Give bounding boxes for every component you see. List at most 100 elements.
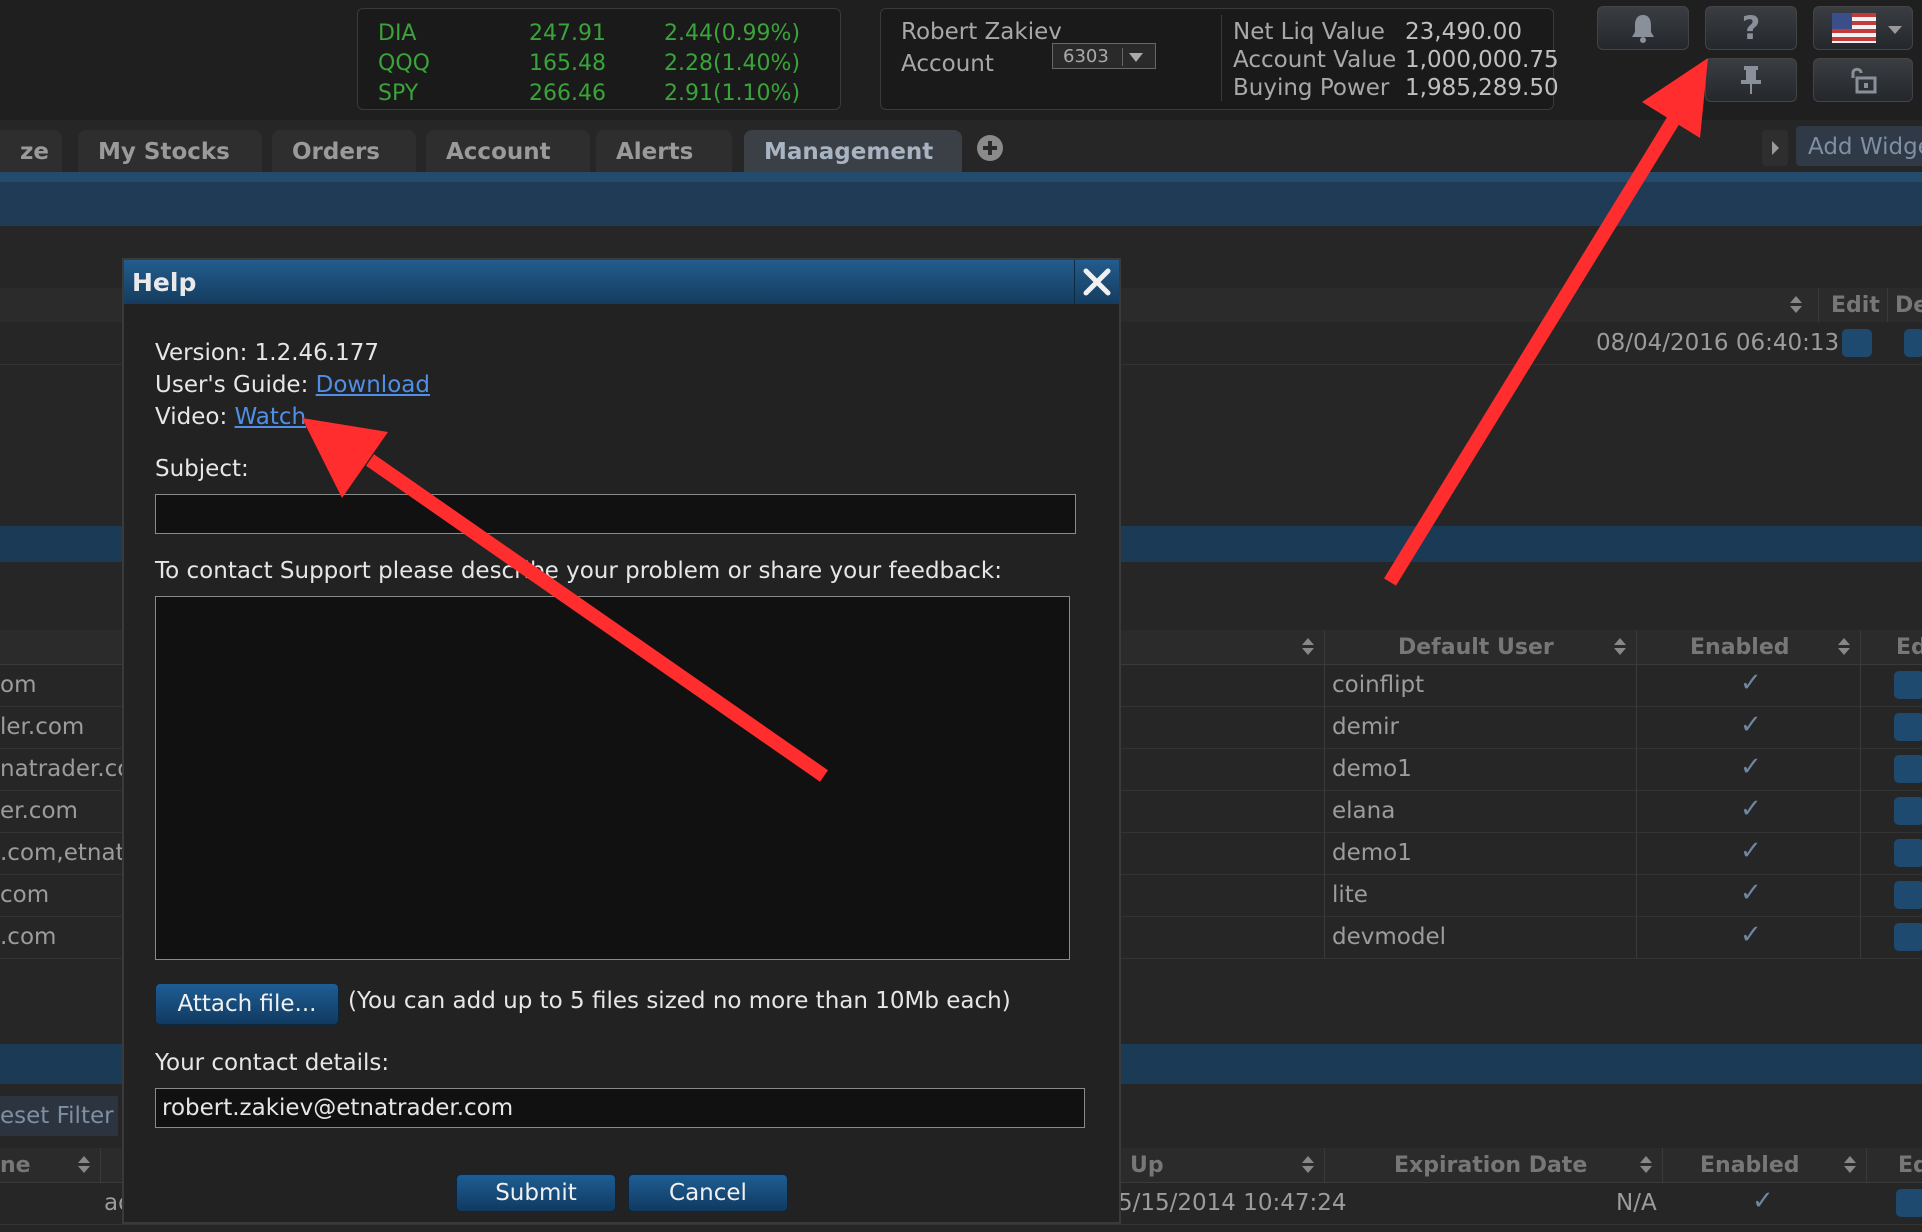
de-column-header[interactable]: De (1895, 288, 1922, 322)
users-guide-label: User's Guide: (155, 372, 316, 398)
divider (1818, 288, 1819, 322)
sort-icon[interactable] (78, 1156, 90, 1174)
ticker-price: 165.48 (529, 51, 606, 76)
domain-cell: com (0, 882, 50, 908)
submit-button[interactable]: Submit (456, 1174, 616, 1212)
tab-account[interactable]: Account (426, 130, 590, 172)
language-button[interactable] (1813, 6, 1913, 50)
enabled-column-header[interactable]: Enabled (1690, 630, 1790, 664)
net-liq-value: 23,490.00 (1405, 19, 1523, 45)
ed-column-header[interactable]: Ed (1896, 630, 1922, 664)
edit-icon[interactable] (1894, 839, 1922, 867)
bell-icon (1632, 15, 1654, 43)
tab-alerts[interactable]: Alerts (596, 130, 732, 172)
add-tab-button[interactable] (975, 133, 1005, 163)
sort-icon[interactable] (1790, 296, 1802, 314)
chevron-down-icon (1888, 26, 1902, 34)
divider (1324, 1148, 1325, 1182)
check-icon: ✓ (1740, 668, 1762, 698)
divider (1324, 664, 1325, 958)
pin-button[interactable] (1705, 58, 1797, 102)
domain-cell: om (0, 672, 37, 698)
unlock-icon (1851, 67, 1877, 94)
ed-column-header[interactable]: Ed (1898, 1148, 1922, 1182)
add-widget-button[interactable]: Add Widge (1796, 126, 1922, 166)
sort-icon[interactable] (1302, 638, 1314, 656)
domain-cell: .com (0, 924, 57, 950)
check-icon: ✓ (1740, 710, 1762, 740)
close-button[interactable] (1074, 260, 1119, 304)
divider (1887, 288, 1888, 322)
edit-icon[interactable] (1894, 755, 1922, 783)
up-column-header[interactable]: Up (1130, 1148, 1164, 1182)
enabled-column-header[interactable]: Enabled (1700, 1148, 1800, 1182)
attach-file-button[interactable]: Attach file... (155, 983, 339, 1025)
account-select[interactable]: 6303 (1052, 43, 1156, 69)
expiration-date-column-header[interactable]: Expiration Date (1394, 1148, 1587, 1182)
domain-cell: er.com (0, 798, 78, 824)
chevron-right-icon (1772, 141, 1779, 155)
ticker-change: 2.91(1.10%) (664, 81, 801, 106)
video-label: Video: (155, 404, 235, 430)
edit-icon[interactable] (1894, 713, 1922, 741)
divider (1221, 15, 1222, 101)
net-liq-label: Net Liq Value (1233, 19, 1385, 45)
divider (1866, 1148, 1867, 1182)
edit-icon[interactable] (1894, 923, 1922, 951)
name-column-header[interactable]: ne (0, 1148, 31, 1182)
us-flag-icon (1832, 13, 1876, 43)
tab-my-stocks[interactable]: My Stocks (78, 130, 262, 172)
dialog-title-bar[interactable]: Help (124, 260, 1119, 304)
ticker-change: 2.28(1.40%) (664, 51, 801, 76)
check-icon: ✓ (1740, 920, 1762, 950)
edit-icon[interactable] (1894, 671, 1922, 699)
tab-ze[interactable]: ze (0, 130, 62, 172)
edit-icon[interactable] (1894, 797, 1922, 825)
sort-icon[interactable] (1614, 638, 1626, 656)
timestamp-cell: 08/04/2016 06:40:13 (1596, 330, 1840, 356)
tab-orders[interactable]: Orders (272, 130, 416, 172)
check-icon: ✓ (1740, 836, 1762, 866)
close-icon (1083, 268, 1111, 296)
edit-icon[interactable] (1896, 1189, 1922, 1217)
divider (1636, 630, 1637, 664)
default-user-column-header[interactable]: Default User (1398, 630, 1554, 664)
user-name: Robert Zakiev (901, 19, 1062, 45)
help-button[interactable]: ? (1705, 6, 1797, 50)
reset-filter-button[interactable]: eset Filter (0, 1096, 118, 1136)
watch-link[interactable]: Watch (235, 404, 307, 430)
divider (1662, 1148, 1663, 1182)
expiration-cell: N/A (1616, 1190, 1657, 1216)
download-link[interactable]: Download (316, 372, 430, 398)
sort-icon[interactable] (1838, 638, 1850, 656)
version-text: Version: 1.2.46.177 (155, 340, 380, 366)
sort-icon[interactable] (1302, 1156, 1314, 1174)
description-label: To contact Support please describe your … (155, 558, 1002, 584)
edit-icon[interactable] (1894, 881, 1922, 909)
divider (1324, 630, 1325, 664)
default-user-cell: devmodel (1332, 924, 1446, 950)
description-textarea[interactable] (155, 596, 1070, 960)
cancel-button[interactable]: Cancel (628, 1174, 788, 1212)
default-user-cell: demo1 (1332, 840, 1412, 866)
notifications-button[interactable] (1597, 6, 1689, 50)
sort-icon[interactable] (1844, 1156, 1856, 1174)
check-icon: ✓ (1740, 752, 1762, 782)
subject-label: Subject: (155, 456, 249, 482)
account-value-label: Account Value (1233, 47, 1397, 73)
contact-details-input[interactable] (155, 1088, 1085, 1128)
edit-icon[interactable] (1842, 329, 1872, 357)
tab-management[interactable]: Management (744, 130, 962, 172)
help-dialog: Help Version: 1.2.46.177 User's Guide: D… (122, 258, 1121, 1224)
scroll-tabs-button[interactable] (1762, 130, 1788, 166)
sort-icon[interactable] (1640, 1156, 1652, 1174)
domain-cell: ler.com (0, 714, 85, 740)
account-value-value: 1,000,000.75 (1405, 47, 1559, 73)
lock-button[interactable] (1813, 58, 1913, 102)
tab-underline (0, 172, 1922, 182)
edit-column-header[interactable]: Edit (1831, 288, 1880, 322)
edit-icon[interactable] (1904, 329, 1922, 357)
divider (1860, 664, 1861, 958)
subject-input[interactable] (155, 494, 1076, 534)
dialog-title: Help (132, 268, 197, 297)
